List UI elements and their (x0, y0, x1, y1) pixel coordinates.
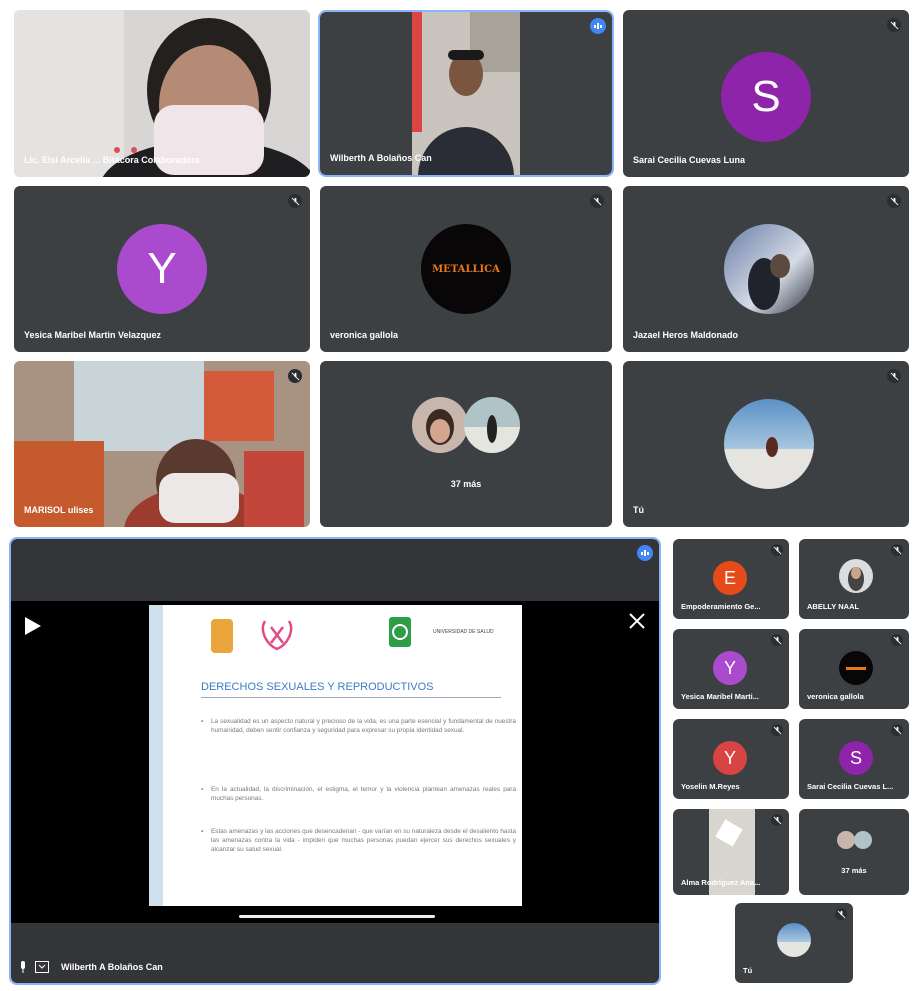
bullet-icon: ▪ (201, 718, 204, 725)
mic-muted-icon (288, 369, 302, 383)
presenter-name: Wilberth A Bolaños Can (61, 962, 163, 972)
sidebar-tile-0[interactable]: E Empoderamiento Ge... (673, 539, 789, 619)
participant-tile-1[interactable]: Wilberth A Bolaños Can (318, 10, 614, 177)
avatar (724, 224, 814, 314)
presentation-area: UNIVERSIDAD DE SALUD DERECHOS SEXUALES Y… (11, 601, 659, 923)
participant-name: ABELLY NAAL (807, 602, 860, 611)
sidebar-tile-8[interactable]: Tú (735, 903, 853, 983)
participant-video (14, 10, 310, 177)
avatar: S (839, 741, 873, 775)
participant-tile-0[interactable]: Lic. Elsi Arcelia ... Bitácora Colaborad… (14, 10, 310, 177)
presenting-icon (35, 961, 49, 973)
mic-muted-icon (771, 544, 783, 556)
slide-bullet: ▪ La sexualidad es un aspecto natural y p… (201, 718, 516, 734)
participant-name: Tú (743, 966, 753, 975)
university-logo-icon (389, 617, 411, 647)
mic-muted-icon (887, 194, 901, 208)
sidebar-tile-4[interactable]: Y Yoselin M.Reyes (673, 719, 789, 799)
avatar (724, 399, 814, 489)
participant-tile-3[interactable]: Y Yesica Maribel Martin Velazquez (14, 186, 310, 352)
participant-name: Sarai Cecilia Cuevas L... (807, 782, 894, 791)
avatar (464, 397, 520, 453)
participant-tile-4[interactable]: METALLICA veronica gallola (320, 186, 612, 352)
logo-right-text: UNIVERSIDAD DE SALUD (433, 629, 494, 635)
avatar: E (713, 561, 747, 595)
mic-muted-icon (590, 194, 604, 208)
mic-icon (21, 961, 25, 973)
mic-muted-icon (891, 544, 903, 556)
slide-title-underline (201, 697, 501, 698)
bullet-icon: ▪ (201, 828, 204, 835)
sidebar-tile-6[interactable]: Alma Rodríguez Ana... (673, 809, 789, 895)
participant-name: Yesica Maribel Martin Velazquez (24, 330, 162, 340)
avatar-text: METALLICA (432, 263, 500, 275)
avatar (839, 559, 873, 593)
mic-muted-icon (887, 18, 901, 32)
avatar (777, 923, 811, 957)
mic-muted-icon (835, 908, 847, 920)
participant-name: Tú (633, 505, 644, 515)
avatar (854, 831, 872, 849)
play-icon[interactable] (25, 617, 41, 635)
participant-name: MARISOL ulises (24, 505, 94, 515)
sidebar-tile-7[interactable]: 37 más (799, 809, 909, 895)
participant-name: Sarai Cecilia Cuevas Luna (633, 155, 746, 165)
slide-accent-bar (149, 605, 163, 906)
avatar (839, 651, 873, 685)
speaking-indicator-icon (590, 18, 606, 34)
avatar (837, 831, 855, 849)
avatar: Y (713, 651, 747, 685)
participant-name: veronica gallola (807, 692, 864, 701)
participant-name: Jazael Heros Maldonado (633, 330, 739, 340)
participant-video (412, 12, 520, 175)
participant-name: 37 más (450, 479, 482, 489)
slide-bullet: ▪ En la actualidad, la discriminación, el… (201, 786, 516, 802)
participant-name: 37 más (841, 866, 867, 875)
participant-tile-7[interactable]: 37 más (320, 361, 612, 527)
slide-bullet: ▪ Estas amenazas y las acciones que desen… (201, 828, 516, 853)
progress-bar[interactable] (239, 915, 435, 918)
mic-muted-icon (771, 634, 783, 646)
logo-left-icon (211, 619, 233, 653)
mic-muted-icon (891, 724, 903, 736)
slide-title: DERECHOS SEXUALES Y REPRODUCTIVOS (201, 681, 434, 693)
sidebar-tile-1[interactable]: ABELLY NAAL (799, 539, 909, 619)
avatar: METALLICA (421, 224, 511, 314)
sidebar-tile-5[interactable]: S Sarai Cecilia Cuevas L... (799, 719, 909, 799)
participant-name: Alma Rodríguez Ana... (681, 878, 761, 887)
participant-tile-5[interactable]: Jazael Heros Maldonado (623, 186, 909, 352)
participant-name: Empoderamiento Ge... (681, 602, 761, 611)
mic-muted-icon (288, 194, 302, 208)
speaking-indicator-icon (637, 545, 653, 561)
participant-name: veronica gallola (330, 330, 399, 340)
bullet-icon: ▪ (201, 786, 204, 793)
avatar: S (721, 52, 811, 142)
participant-name: Yoselin M.Reyes (681, 782, 740, 791)
avatar (412, 397, 468, 453)
mic-muted-icon (771, 724, 783, 736)
avatar: Y (117, 224, 207, 314)
participant-name: Lic. Elsi Arcelia ... Bitácora Colaborad… (24, 155, 200, 165)
participant-tile-8[interactable]: Tú (623, 361, 909, 527)
participant-name: Wilberth A Bolaños Can (330, 153, 432, 163)
participant-video (14, 361, 310, 527)
participant-tile-6[interactable]: MARISOL ulises (14, 361, 310, 527)
ribbon-logo-icon (261, 620, 293, 651)
participant-name: Yesica Maribel Marti... (681, 692, 759, 701)
slide: UNIVERSIDAD DE SALUD DERECHOS SEXUALES Y… (149, 605, 522, 906)
mic-muted-icon (887, 369, 901, 383)
participant-tile-2[interactable]: S Sarai Cecilia Cuevas Luna (623, 10, 909, 177)
avatar: Y (713, 741, 747, 775)
close-icon[interactable] (629, 613, 645, 629)
sidebar-tile-2[interactable]: Y Yesica Maribel Marti... (673, 629, 789, 709)
mic-muted-icon (891, 634, 903, 646)
sidebar-tile-3[interactable]: veronica gallola (799, 629, 909, 709)
presentation-tile[interactable]: UNIVERSIDAD DE SALUD DERECHOS SEXUALES Y… (9, 537, 661, 985)
mic-muted-icon (771, 814, 783, 826)
